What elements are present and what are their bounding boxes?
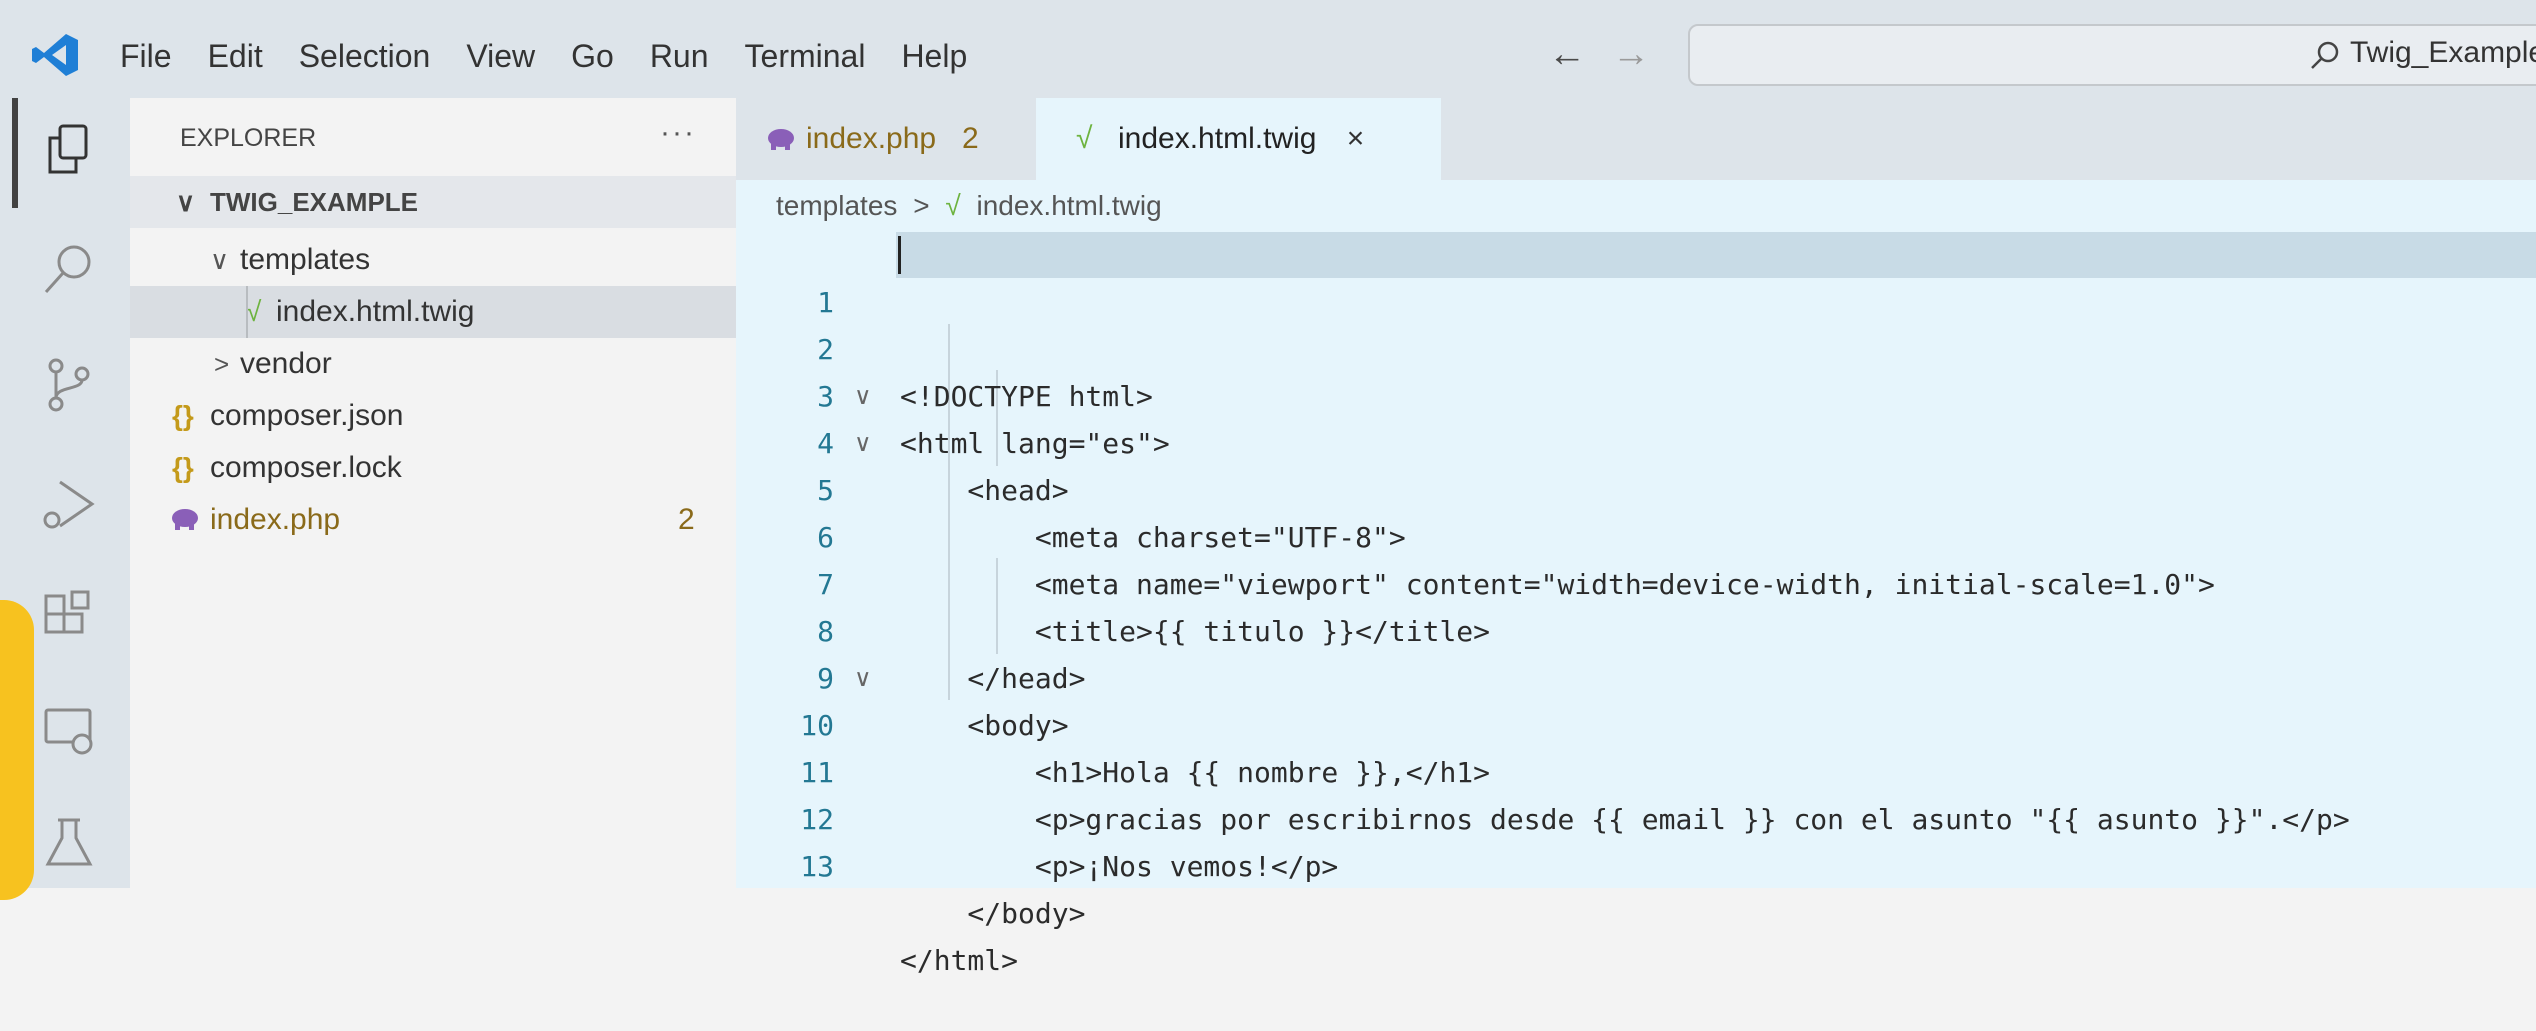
search-icon	[2311, 41, 2339, 69]
menu-help[interactable]: Help	[901, 34, 967, 78]
tree-item-label: templates	[240, 243, 371, 276]
tab-problem-badge: 2	[962, 122, 979, 155]
menu-selection[interactable]: Selection	[299, 34, 431, 78]
vscode-logo-icon	[32, 34, 78, 76]
menu-file[interactable]: File	[120, 34, 172, 78]
tree-item-label: index.html.twig	[276, 295, 475, 328]
line-number: 13	[800, 850, 834, 883]
php-elephant-icon	[172, 509, 198, 530]
code-line[interactable]: 6 <title>{{ titulo }}</title>	[736, 467, 2536, 648]
forward-arrow-icon[interactable]: →	[1612, 32, 1650, 76]
breadcrumb-separator: >	[913, 190, 930, 221]
tree-item-templates[interactable]: ∨ templates	[130, 234, 736, 286]
testing-flask-icon[interactable]	[40, 814, 98, 872]
code-line[interactable]: 9 <h1>Hola {{ nombre }},</h1>	[736, 608, 2536, 789]
code-text: <p>¡Nos vemos!</p>	[900, 850, 1339, 883]
code-line[interactable]: 12 </body>	[736, 749, 2536, 930]
menu-edit[interactable]: Edit	[208, 34, 263, 78]
chevron-down-icon: ∨	[176, 187, 196, 217]
menu-bar: File Edit Selection View Go Run Terminal…	[120, 34, 1003, 78]
menu-view[interactable]: View	[466, 34, 535, 78]
code-line[interactable]: 4 <meta charset="UTF-8">	[736, 373, 2536, 554]
explorer-title: EXPLORER	[180, 124, 317, 152]
tree-item-index-php[interactable]: index.php 2	[130, 494, 736, 546]
php-elephant-icon	[768, 129, 794, 150]
menu-go[interactable]: Go	[571, 34, 614, 78]
code-editor[interactable]: templates > √ index.html.twig 1 <!DOCTYP…	[736, 180, 2536, 977]
code-line[interactable]: 2 ∨ <html lang="es">	[736, 279, 2536, 460]
tab-index-html-twig[interactable]: √ index.html.twig ×	[1036, 98, 1441, 180]
menu-terminal[interactable]: Terminal	[745, 34, 866, 78]
twig-file-icon: √	[1076, 122, 1093, 155]
remote-explorer-icon[interactable]	[40, 702, 98, 760]
explorer-sidebar: EXPLORER ··· ∨ TWIG_EXAMPLE ∨ templates …	[130, 98, 736, 888]
tree-item-label: composer.json	[210, 399, 404, 432]
tree-item-composer-json[interactable]: {} composer.json	[130, 390, 736, 442]
source-control-icon[interactable]	[40, 356, 98, 414]
code-line[interactable]: 13 </html>	[736, 796, 2536, 977]
chevron-down-icon: ∨	[210, 245, 230, 275]
twig-file-icon: √	[246, 296, 262, 327]
tab-index-php[interactable]: index.php 2	[736, 98, 1036, 180]
project-name: TWIG_EXAMPLE	[210, 187, 419, 217]
breadcrumb-folder[interactable]: templates	[776, 190, 897, 221]
menu-run[interactable]: Run	[650, 34, 709, 78]
project-folder-header[interactable]: ∨ TWIG_EXAMPLE	[130, 176, 736, 228]
breadcrumb-file[interactable]: index.html.twig	[976, 190, 1161, 221]
tab-label: index.php	[806, 122, 937, 155]
text-cursor	[898, 236, 901, 274]
tree-item-index-html-twig[interactable]: √ index.html.twig	[130, 286, 736, 338]
close-icon[interactable]: ×	[1347, 122, 1365, 155]
extensions-icon[interactable]	[40, 588, 98, 646]
search-view-icon[interactable]	[40, 240, 98, 298]
title-bar: File Edit Selection View Go Run Terminal…	[0, 0, 2536, 108]
back-arrow-icon[interactable]: ←	[1548, 32, 1586, 76]
command-center-search[interactable]: Twig_Example	[1688, 24, 2536, 86]
navigation-arrows: ← →	[1548, 32, 1676, 76]
code-line[interactable]: 1 <!DOCTYPE html>	[736, 232, 2536, 413]
tree-item-vendor[interactable]: > vendor	[130, 338, 736, 390]
code-line[interactable]: 7 </head>	[736, 514, 2536, 695]
corner-accent-yellow	[0, 600, 34, 900]
breadcrumb: templates > √ index.html.twig	[776, 190, 1162, 222]
tree-item-composer-lock[interactable]: {} composer.lock	[130, 442, 736, 494]
code-line[interactable]: 3 ∨ <head>	[736, 326, 2536, 507]
code-text: </html>	[900, 944, 1019, 977]
active-view-marker	[12, 98, 18, 208]
twig-file-icon: √	[945, 190, 961, 221]
more-actions-icon[interactable]: ···	[660, 116, 696, 150]
tree-item-label: composer.lock	[210, 451, 402, 484]
tree-item-label: index.php	[210, 503, 341, 536]
tab-label: index.html.twig	[1118, 122, 1317, 155]
indent-guide	[246, 286, 248, 338]
code-line[interactable]: 8 ∨ <body>	[736, 561, 2536, 742]
editor-tab-bar: index.php 2 √ index.html.twig ×	[736, 98, 2536, 180]
code-line[interactable]: 11 <p>¡Nos vemos!</p>	[736, 702, 2536, 883]
explorer-files-icon[interactable]	[40, 120, 98, 178]
json-file-icon: {}	[172, 400, 194, 431]
problem-count-badge: 2	[678, 503, 695, 536]
json-file-icon: {}	[172, 452, 194, 483]
code-line[interactable]: 10 <p>gracias por escribirnos desde {{ e…	[736, 655, 2536, 836]
code-text: </body>	[900, 897, 1086, 930]
tree-item-label: vendor	[240, 347, 332, 380]
run-debug-icon[interactable]	[40, 476, 98, 534]
code-line[interactable]: 5 <meta name="viewport" content="width=d…	[736, 420, 2536, 601]
search-text: Twig_Example	[2350, 36, 2536, 69]
